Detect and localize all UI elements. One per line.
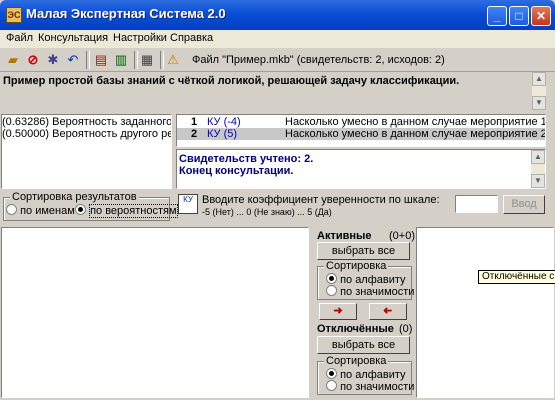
minimize-button[interactable]: _ xyxy=(487,6,507,26)
disabled-select-all-button[interactable]: выбрать все xyxy=(317,336,410,354)
arrow-right-icon: ➜ xyxy=(333,305,343,317)
confidence-prompt: Вводите коэффициент уверенности по шкале… xyxy=(202,194,440,206)
table-row[interactable]: 1 КУ (-4) Насколько умесно в данном случ… xyxy=(177,116,545,128)
toolbar: ▰ ⊘ ✱ ↶ ▤ ▥ ▦ ⚠ Файл "Пример.mkb" (свиде… xyxy=(0,48,555,72)
list-item[interactable]: (0.63286) Вероятность заданного ре xyxy=(2,116,172,128)
list-item[interactable]: (0.50000) Вероятность другого резул xyxy=(2,128,172,140)
items-panel[interactable] xyxy=(416,227,554,398)
question-number: 1 xyxy=(191,116,198,128)
sort-by-name-option[interactable]: по именам xyxy=(6,204,75,217)
enter-button[interactable]: Ввод xyxy=(503,195,545,214)
question-text: Насколько умесно в данном случае меропри… xyxy=(285,128,546,140)
active-sort-group: Сортировка по алфавиту по значимости xyxy=(317,260,414,300)
menu-settings[interactable]: Настройки xyxy=(113,32,167,44)
details-panel[interactable] xyxy=(1,227,309,398)
result-prob: (0.63286) xyxy=(2,116,50,128)
report-icon[interactable]: ▤ xyxy=(92,51,110,69)
radio-icon[interactable] xyxy=(326,285,337,296)
question-text: Насколько умесно в данном случае меропри… xyxy=(285,116,546,128)
save-icon[interactable]: ▦ xyxy=(138,51,156,69)
window-title: Малая Экспертная Система 2.0 xyxy=(26,6,226,21)
warning-icon[interactable]: ⚠ xyxy=(164,51,182,69)
export-icon[interactable]: ▥ xyxy=(112,51,130,69)
question-confidence: КУ (-4) xyxy=(207,116,241,128)
sort-results-title: Сортировка результатов xyxy=(10,191,139,203)
kb-description: Пример простой базы знаний с чёткой логи… xyxy=(3,75,460,87)
description-scrollbar[interactable]: ▲ ▼ xyxy=(532,72,546,110)
scroll-down-icon[interactable]: ▼ xyxy=(532,96,546,110)
active-select-all-button[interactable]: выбрать все xyxy=(317,242,410,260)
open-icon[interactable]: ▰ xyxy=(4,51,22,69)
scroll-up-icon[interactable]: ▲ xyxy=(531,150,545,164)
consultation-log[interactable]: Свидетельств учтено: 2. Конец консультац… xyxy=(176,149,546,189)
radio-selected-icon[interactable] xyxy=(326,273,337,284)
confidence-icon: КУ xyxy=(178,194,198,214)
radio-selected-icon[interactable] xyxy=(75,204,86,215)
menu-consultation[interactable]: Консультация xyxy=(38,32,108,44)
question-number: 2 xyxy=(191,128,198,140)
log-line: Свидетельств учтено: 2. xyxy=(179,153,314,165)
table-row-selected[interactable]: 2 КУ (5) Насколько умесно в данном случа… xyxy=(177,128,545,140)
file-status: Файл "Пример.mkb" (свидетельств: 2, исхо… xyxy=(192,54,445,66)
active-sort-sig-option[interactable]: по значимости xyxy=(326,285,414,298)
log-line: Конец консультации. xyxy=(179,165,294,177)
menu-help[interactable]: Справка xyxy=(170,32,213,44)
sort-by-probability-option[interactable]: по вероятностям xyxy=(75,204,178,218)
scroll-up-icon[interactable]: ▲ xyxy=(532,72,546,86)
disabled-title: Отключённые xyxy=(317,323,394,335)
title-bar[interactable]: ЭС Малая Экспертная Система 2.0 _ □ ✕ xyxy=(0,0,555,30)
results-list[interactable]: (0.63286) Вероятность заданного ре (0.50… xyxy=(1,114,172,189)
active-sort-title: Сортировка xyxy=(324,260,389,272)
undo-icon[interactable]: ↶ xyxy=(64,51,82,69)
sort-by-name-label: по именам xyxy=(20,205,75,217)
confidence-input[interactable] xyxy=(455,195,498,213)
arrow-left-icon: ➜ xyxy=(383,305,393,317)
move-left-button[interactable]: ➜ xyxy=(369,303,407,320)
menu-file[interactable]: Файл xyxy=(6,32,33,44)
question-confidence: КУ (5) xyxy=(207,128,238,140)
close-button[interactable]: ✕ xyxy=(531,6,551,26)
active-title: Активные xyxy=(317,230,372,242)
tooltip: Отключённые с xyxy=(478,270,555,284)
menu-bar: Файл Консультация Настройки Справка xyxy=(0,30,555,48)
toolbar-separator xyxy=(86,51,90,69)
radio-icon[interactable] xyxy=(326,380,337,391)
move-right-button[interactable]: ➜ xyxy=(319,303,357,320)
result-label: Вероятность другого резул xyxy=(52,128,172,140)
scroll-down-icon[interactable]: ▼ xyxy=(531,174,545,188)
result-label: Вероятность заданного ре xyxy=(52,116,172,128)
active-sort-sig-label: по значимости xyxy=(340,286,415,298)
log-scrollbar[interactable]: ▲ ▼ xyxy=(531,150,545,188)
active-count: (0+0) xyxy=(389,230,415,242)
settings-icon[interactable]: ✱ xyxy=(44,51,62,69)
confidence-scale: -5 (Нет) ... 0 (Не знаю) ... 5 (Да) xyxy=(202,207,332,217)
disabled-sort-sig-option[interactable]: по значимости xyxy=(326,380,414,393)
disabled-sort-group: Сортировка по алфавиту по значимости xyxy=(317,355,414,395)
stop-icon[interactable]: ⊘ xyxy=(24,51,42,69)
disabled-sort-sig-label: по значимости xyxy=(340,381,415,393)
app-icon: ЭС xyxy=(6,7,22,23)
result-prob: (0.50000) xyxy=(2,128,50,140)
disabled-count: (0) xyxy=(399,323,413,335)
radio-icon[interactable] xyxy=(6,204,17,215)
radio-selected-icon[interactable] xyxy=(326,368,337,379)
kb-description-panel: Пример простой базы знаний с чёткой логи… xyxy=(0,72,555,112)
disabled-sort-title: Сортировка xyxy=(324,355,389,367)
sort-by-probability-label: по вероятностям xyxy=(89,204,178,218)
sort-results-group: Сортировка результатов по именам по веро… xyxy=(3,191,178,221)
questions-list[interactable]: 1 КУ (-4) Насколько умесно в данном случ… xyxy=(176,114,546,147)
maximize-button[interactable]: □ xyxy=(509,6,529,26)
